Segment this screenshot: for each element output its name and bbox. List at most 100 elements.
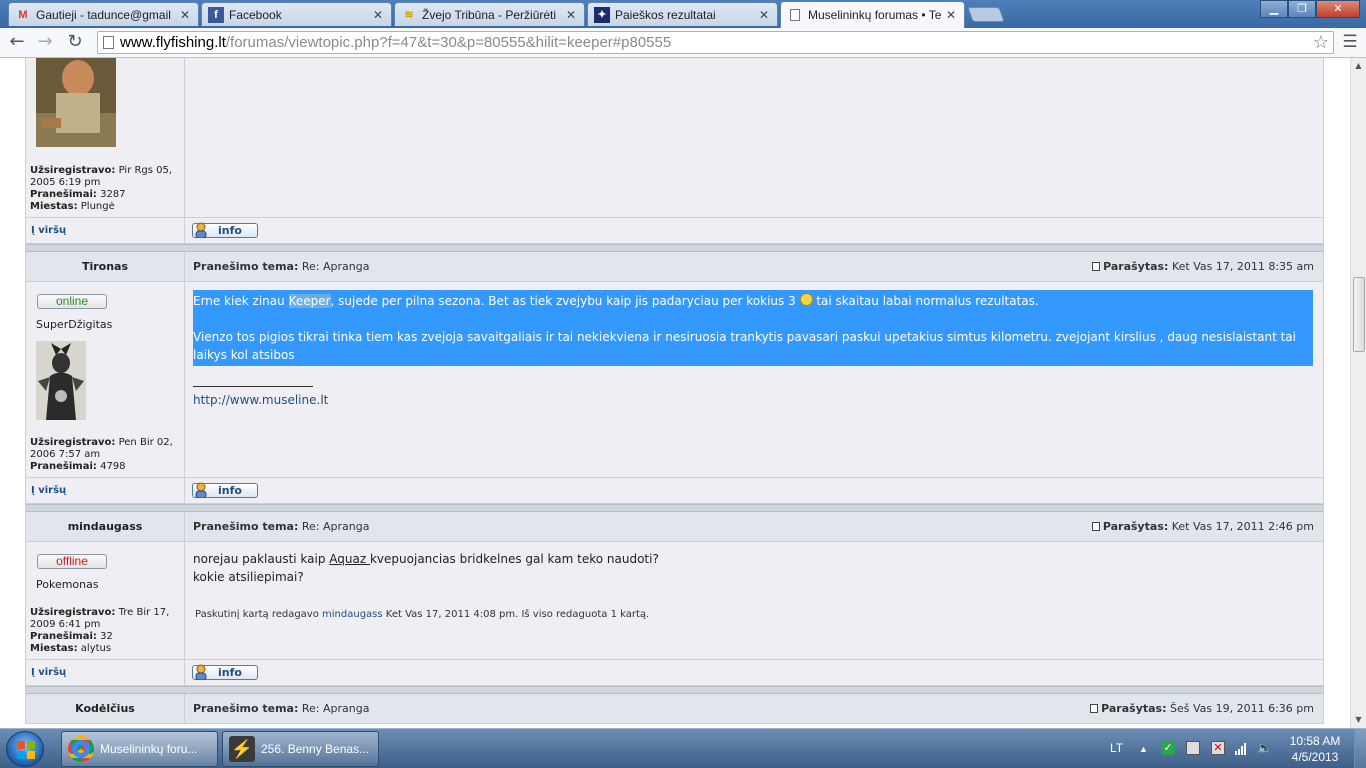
close-icon[interactable]: ✕ [757, 8, 771, 22]
url-path: /forumas/viewtopic.php?f=47&t=30&p=80555… [225, 34, 672, 51]
back-to-top-link[interactable]: Į viršų [31, 485, 66, 496]
posted-label: Parašytas: [1103, 260, 1169, 273]
bookmark-star-icon[interactable]: ☆ [1313, 32, 1329, 53]
back-icon[interactable]: ← [6, 33, 28, 53]
clock-time: 10:58 AM [1289, 734, 1341, 748]
speaker-icon[interactable]: 🔈 [1257, 741, 1272, 755]
tab-title: Facebook [229, 7, 282, 22]
post-icon[interactable] [1091, 522, 1100, 531]
user-info-icon [195, 664, 207, 680]
highlighted-keyword: Keeper [288, 294, 331, 308]
tab-title: Gautieji - tadunce@gmail [36, 7, 171, 22]
edit-notice-text: Paskutinį kartą redagavo [195, 609, 323, 620]
device-icon[interactable] [1186, 741, 1200, 755]
post-footer-row: Į viršų info [26, 218, 1323, 244]
tab-title: Žvejo Tribūna - Peržiūrėti [422, 7, 557, 22]
info-button[interactable]: info [192, 664, 258, 680]
windows-logo-icon [17, 741, 35, 759]
author-meta: Užsiregistravo: Pir Rgs 05, 2005 6:19 pm… [30, 165, 182, 213]
subject-label: Pranešimo tema: [193, 260, 299, 273]
signature-link[interactable]: http://www.museline.lt [193, 393, 328, 407]
tab-gmail[interactable]: M Gautieji - tadunce@gmail ✕ [8, 2, 199, 26]
subject-value: Re: Apranga [301, 520, 370, 533]
page-viewport: Užsiregistravo: Pir Rgs 05, 2005 6:19 pm… [0, 58, 1350, 728]
selected-paragraph: Erne kiek zinau Keeper, sujede per pilna… [193, 290, 1313, 366]
back-to-top-link[interactable]: Į viršų [31, 225, 66, 236]
edit-notice: Paskutinį kartą redagavo mindaugass Ket … [193, 606, 1313, 624]
url-host: www.flyfishing.lt [120, 34, 226, 51]
window-controls: ▁ ❐ ✕ [1260, 0, 1360, 18]
tab-search-results[interactable]: ✦ Paieškos rezultatai ✕ [587, 2, 778, 26]
city-value: Plungė [80, 201, 115, 212]
online-status-badge: online [37, 294, 107, 309]
address-bar[interactable]: www.flyfishing.lt/forumas/viewtopic.php?… [97, 31, 1334, 54]
info-button[interactable]: info [192, 222, 258, 238]
tab-facebook[interactable]: f Facebook ✕ [201, 2, 392, 26]
back-to-top-link[interactable]: Į viršų [31, 667, 66, 678]
minimize-button[interactable]: ▁ [1260, 0, 1288, 18]
signature: http://www.museline.lt [193, 386, 1313, 409]
close-icon[interactable]: ✕ [944, 8, 958, 22]
scrollbar-thumb[interactable] [1353, 277, 1365, 352]
language-indicator[interactable]: LT [1110, 729, 1123, 768]
tab-muselininku-forumas[interactable]: Muselininkų forumas • Te ✕ [780, 1, 965, 28]
author-panel: offline Pokemonas Užsiregistravo: Tre Bi… [26, 542, 185, 659]
start-button[interactable] [6, 731, 44, 767]
post-date: Parašytas: Ket Vas 17, 2011 8:35 am [1092, 252, 1314, 282]
posted-label: Parašytas: [1102, 520, 1169, 533]
author-name[interactable]: Kodėlčius [26, 694, 184, 724]
info-label: info [218, 484, 242, 497]
post-body-row: online SuperDžigitas Užsiregistravo: Pen… [26, 282, 1323, 478]
signal-icon[interactable] [1234, 741, 1248, 755]
system-clock[interactable]: 10:58 AM 4/5/2013 [1280, 733, 1350, 765]
user-info-icon [195, 482, 207, 498]
security-check-icon[interactable]: ✓ [1161, 741, 1175, 755]
facebook-icon: f [208, 6, 224, 23]
author-name[interactable]: Tironas [26, 252, 184, 282]
post-icon[interactable] [1092, 262, 1101, 271]
scroll-up-icon[interactable]: ▲ [1351, 58, 1366, 74]
city-label: Miestas: [30, 643, 78, 654]
aquaz-link[interactable]: Aquaz [329, 552, 370, 566]
reload-icon[interactable]: ↻ [64, 33, 86, 53]
taskbar-item-winamp[interactable]: ⚡ 256. Benny Benas... [222, 731, 379, 767]
zvejo-icon: ≋ [404, 9, 414, 21]
info-button[interactable]: info [192, 482, 258, 498]
windows-taskbar: Muselininkų foru... ⚡ 256. Benny Benas..… [0, 728, 1366, 768]
close-window-button[interactable]: ✕ [1316, 0, 1360, 18]
post-date: Parašytas: Ket Vas 17, 2011 2:46 pm [1091, 512, 1314, 542]
forward-icon[interactable]: → [34, 33, 56, 53]
posts-label: Pranešimai: [30, 631, 97, 642]
post-header-row: Tironas Pranešimo tema: Re: Apranga Para… [26, 252, 1323, 282]
author-panel: Užsiregistravo: Pir Rgs 05, 2005 6:19 pm… [26, 58, 185, 217]
post-body: norejau paklausti kaip Aquaz kvepuojanci… [185, 542, 1323, 659]
winamp-icon: ⚡ [229, 736, 255, 762]
posted-value: Šeš Vas 19, 2011 6:36 pm [1170, 702, 1314, 715]
taskbar-item-chrome[interactable]: Muselininkų foru... [61, 731, 218, 767]
close-icon[interactable]: ✕ [178, 8, 192, 22]
close-icon[interactable]: ✕ [371, 8, 385, 22]
wrench-menu-icon[interactable]: ☰ [1340, 32, 1360, 52]
edit-notice-user[interactable]: mindaugass [322, 609, 383, 620]
tab-title: Paieškos rezultatai [615, 7, 716, 22]
new-tab-button[interactable] [967, 7, 1005, 22]
subject-value: Re: Apranga [301, 260, 370, 273]
scroll-down-icon[interactable]: ▼ [1351, 712, 1366, 728]
info-label: info [218, 224, 242, 237]
posts-label: Pranešimai: [30, 461, 97, 472]
restore-button[interactable]: ❐ [1288, 0, 1316, 18]
forum-topic-table: Užsiregistravo: Pir Rgs 05, 2005 6:19 pm… [25, 58, 1324, 724]
post-message: Erne kiek zinau Keeper, sujede per pilna… [185, 282, 1323, 409]
author-name[interactable]: mindaugass [26, 512, 184, 542]
vertical-scrollbar[interactable]: ▲ ▼ [1350, 58, 1366, 728]
close-icon[interactable]: ✕ [564, 8, 578, 22]
network-error-icon[interactable]: ✕ [1211, 741, 1225, 755]
posts-count: 4798 [100, 461, 126, 472]
tab-zvejo-tribuna[interactable]: ≋ Žvejo Tribūna - Peržiūrėti ✕ [394, 2, 585, 26]
message-text: norejau paklausti kaip [193, 552, 330, 566]
user-info-icon [195, 222, 207, 238]
show-desktop-button[interactable] [1354, 729, 1366, 768]
post-icon[interactable] [1090, 704, 1099, 713]
post-separator [26, 504, 1323, 512]
show-hidden-icons[interactable]: ▲ [1139, 729, 1148, 768]
